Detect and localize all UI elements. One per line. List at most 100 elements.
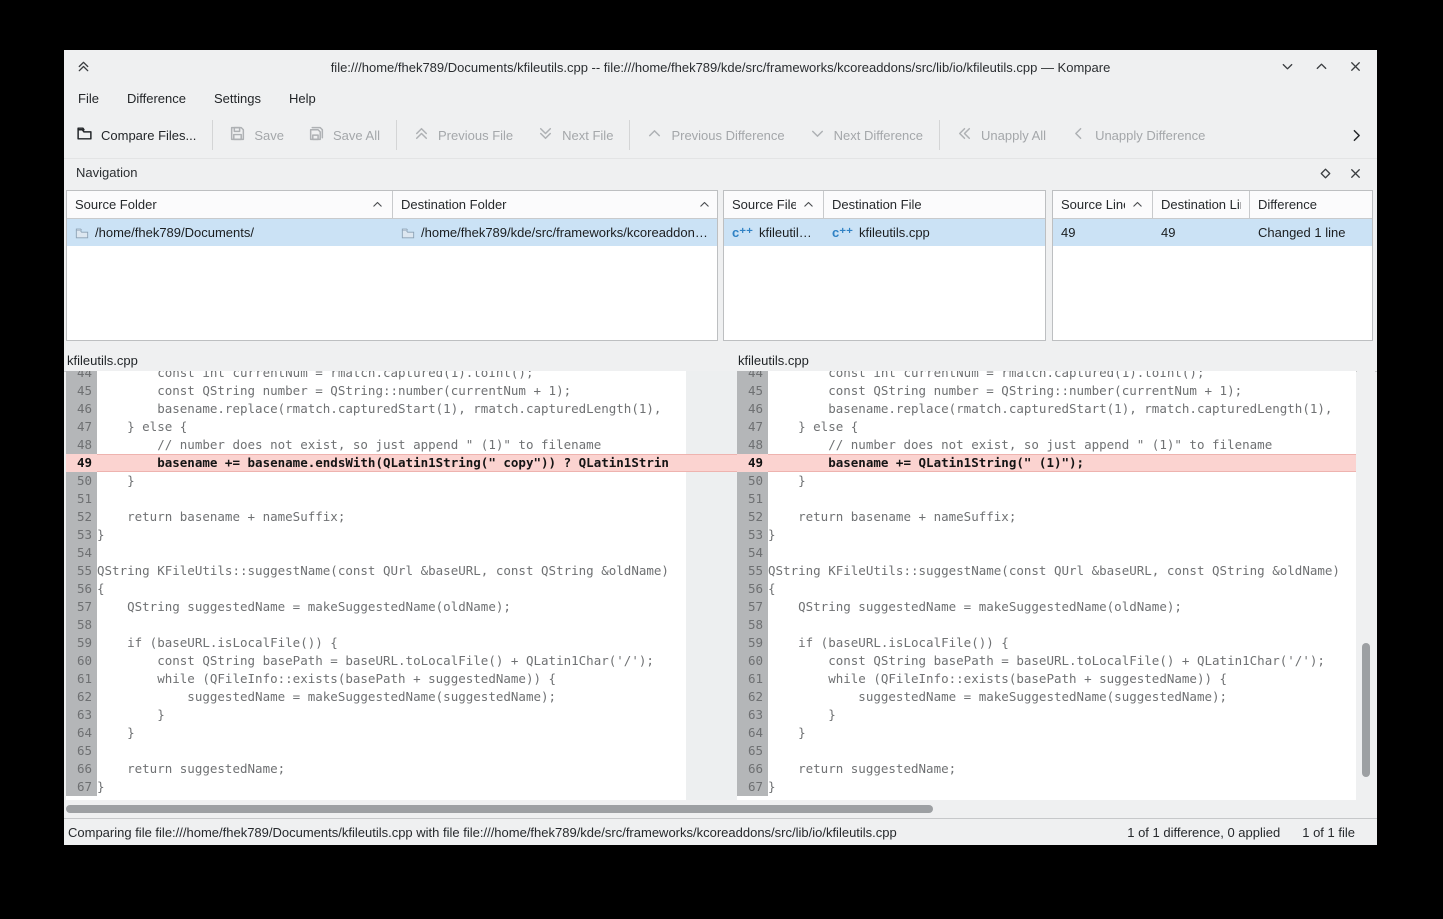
code-line: 67} (737, 778, 1356, 796)
line-number: 50 (66, 472, 97, 490)
code-text: QString KFileUtils::suggestName(const QU… (97, 562, 686, 580)
diff-changed-line[interactable]: 49 basename += basename.endsWith(QLatin1… (66, 454, 686, 472)
float-dock-icon[interactable] (1317, 165, 1333, 181)
navigation-cell: /home/fhek789/Documents/ (67, 225, 393, 240)
code-text: const int currentNum = rmatch.captured(1… (97, 371, 686, 382)
line-number: 55 (737, 562, 768, 580)
cpp-file-icon: c⁺⁺ (832, 226, 853, 239)
menu-settings[interactable]: Settings (213, 89, 262, 108)
cpp-file-icon: c⁺⁺ (732, 226, 753, 239)
code-line: 62 suggestedName = makeSuggestedName(sug… (737, 688, 1356, 706)
navigation-dock-title: Navigation (76, 165, 137, 180)
toolbar-button-label: Next Difference (834, 128, 923, 143)
save-button[interactable]: Save (217, 112, 296, 158)
navigation-cell: c⁺⁺kfileutils.cpp (824, 225, 1046, 240)
column-header-label: Source Folder (75, 197, 157, 212)
menu-file[interactable]: File (77, 89, 100, 108)
next-file-button[interactable]: Next File (525, 112, 625, 158)
line-number: 49 (66, 454, 97, 472)
code-line: 46 basename.replace(rmatch.capturedStart… (66, 400, 686, 418)
line-number: 52 (66, 508, 97, 526)
code-line: 61 while (QFileInfo::exists(basePath + s… (737, 670, 1356, 688)
code-text: if (baseURL.isLocalFile()) { (97, 634, 686, 652)
navigation-row-selected[interactable]: /home/fhek789/Documents//home/fhek789/kd… (67, 219, 717, 246)
previous-difference-button[interactable]: Previous Difference (634, 112, 796, 158)
maximize-icon[interactable] (1313, 58, 1329, 74)
code-line: 56{ (66, 580, 686, 598)
navigation-row-selected[interactable]: 4949Changed 1 line (1053, 219, 1372, 246)
menu-difference[interactable]: Difference (126, 89, 187, 108)
column-header-difference[interactable]: Difference (1250, 191, 1373, 218)
chevron-up-icon (646, 125, 663, 145)
unapply-all-button[interactable]: Unapply All (944, 112, 1058, 158)
column-header-source-file[interactable]: Source File (724, 191, 824, 218)
line-number: 61 (737, 670, 768, 688)
code-line: 45 const QString number = QString::numbe… (737, 382, 1356, 400)
code-text (768, 742, 1356, 760)
diff-changed-line[interactable]: 49 basename += QLatin1String(" (1)"); (737, 454, 1356, 472)
line-number: 66 (737, 760, 768, 778)
code-text: const QString number = QString::number(c… (768, 382, 1356, 400)
folder-icon (76, 125, 93, 145)
column-header-destination-folder[interactable]: Destination Folder (393, 191, 718, 218)
unapply-difference-button[interactable]: Unapply Difference (1058, 112, 1217, 158)
column-header-destination-file[interactable]: Destination File (824, 191, 1046, 218)
folder-icon (401, 226, 415, 240)
vertical-scrollbar-thumb[interactable] (1362, 643, 1370, 777)
code-text: { (97, 580, 686, 598)
menu-help[interactable]: Help (288, 89, 317, 108)
column-header-source-line[interactable]: Source Line (1053, 191, 1153, 218)
code-text: basename += basename.endsWith(QLatin1Str… (97, 454, 686, 472)
column-header-source-folder[interactable]: Source Folder (67, 191, 393, 218)
code-line: 62 suggestedName = makeSuggestedName(sug… (66, 688, 686, 706)
code-line: 59 if (baseURL.isLocalFile()) { (737, 634, 1356, 652)
code-line: 53} (66, 526, 686, 544)
vertical-scrollbar[interactable] (1357, 371, 1375, 800)
dbl-chevron-left-icon (956, 125, 973, 145)
line-number: 57 (737, 598, 768, 616)
statusbar-files: 1 of 1 file (1302, 825, 1355, 840)
line-number: 51 (737, 490, 768, 508)
horizontal-scrollbar[interactable] (64, 800, 1377, 818)
navigation-row-selected[interactable]: c⁺⁺kfileutils.cppc⁺⁺kfileutils.cpp (724, 219, 1045, 246)
column-header-label: Destination Folder (401, 197, 507, 212)
column-header-label: Destination File (832, 197, 922, 212)
next-difference-button[interactable]: Next Difference (797, 112, 935, 158)
code-line: 48 // number does not exist, so just app… (66, 436, 686, 454)
code-line: 47 } else { (66, 418, 686, 436)
code-text: } (97, 706, 686, 724)
code-text: { (768, 580, 1356, 598)
code-line: 54 (66, 544, 686, 562)
line-number: 56 (737, 580, 768, 598)
minimize-icon[interactable] (1279, 58, 1295, 74)
column-header-label: Source Line (1061, 197, 1125, 212)
close-icon[interactable] (1347, 58, 1363, 74)
code-line: 65 (66, 742, 686, 760)
code-line: 51 (737, 490, 1356, 508)
code-text: } (768, 778, 1356, 796)
line-number: 64 (737, 724, 768, 742)
column-header-destination-line[interactable]: Destination Line (1153, 191, 1250, 218)
keep-above-icon[interactable] (75, 58, 91, 74)
compare-files-button[interactable]: Compare Files... (64, 112, 208, 158)
close-dock-icon[interactable] (1347, 165, 1363, 181)
horizontal-scrollbar-thumb[interactable] (66, 805, 933, 813)
code-text: if (baseURL.isLocalFile()) { (768, 634, 1356, 652)
line-number: 62 (66, 688, 97, 706)
code-line: 64 } (737, 724, 1356, 742)
line-number: 51 (66, 490, 97, 508)
code-line: 60 const QString basePath = baseURL.toLo… (66, 652, 686, 670)
line-number: 47 (737, 418, 768, 436)
save-all-button[interactable]: Save All (296, 112, 392, 158)
toolbar-overflow-button[interactable] (1336, 112, 1377, 158)
column-header-label: Source File (732, 197, 796, 212)
code-line: 64 } (66, 724, 686, 742)
code-line: 67} (66, 778, 686, 796)
code-line: 57 QString suggestedName = makeSuggested… (66, 598, 686, 616)
code-line: 47 } else { (737, 418, 1356, 436)
source-pane-title: kfileutils.cpp (67, 353, 138, 368)
code-line: 60 const QString basePath = baseURL.toLo… (737, 652, 1356, 670)
folder-icon (75, 226, 89, 240)
code-text: return basename + nameSuffix; (768, 508, 1356, 526)
previous-file-button[interactable]: Previous File (401, 112, 525, 158)
